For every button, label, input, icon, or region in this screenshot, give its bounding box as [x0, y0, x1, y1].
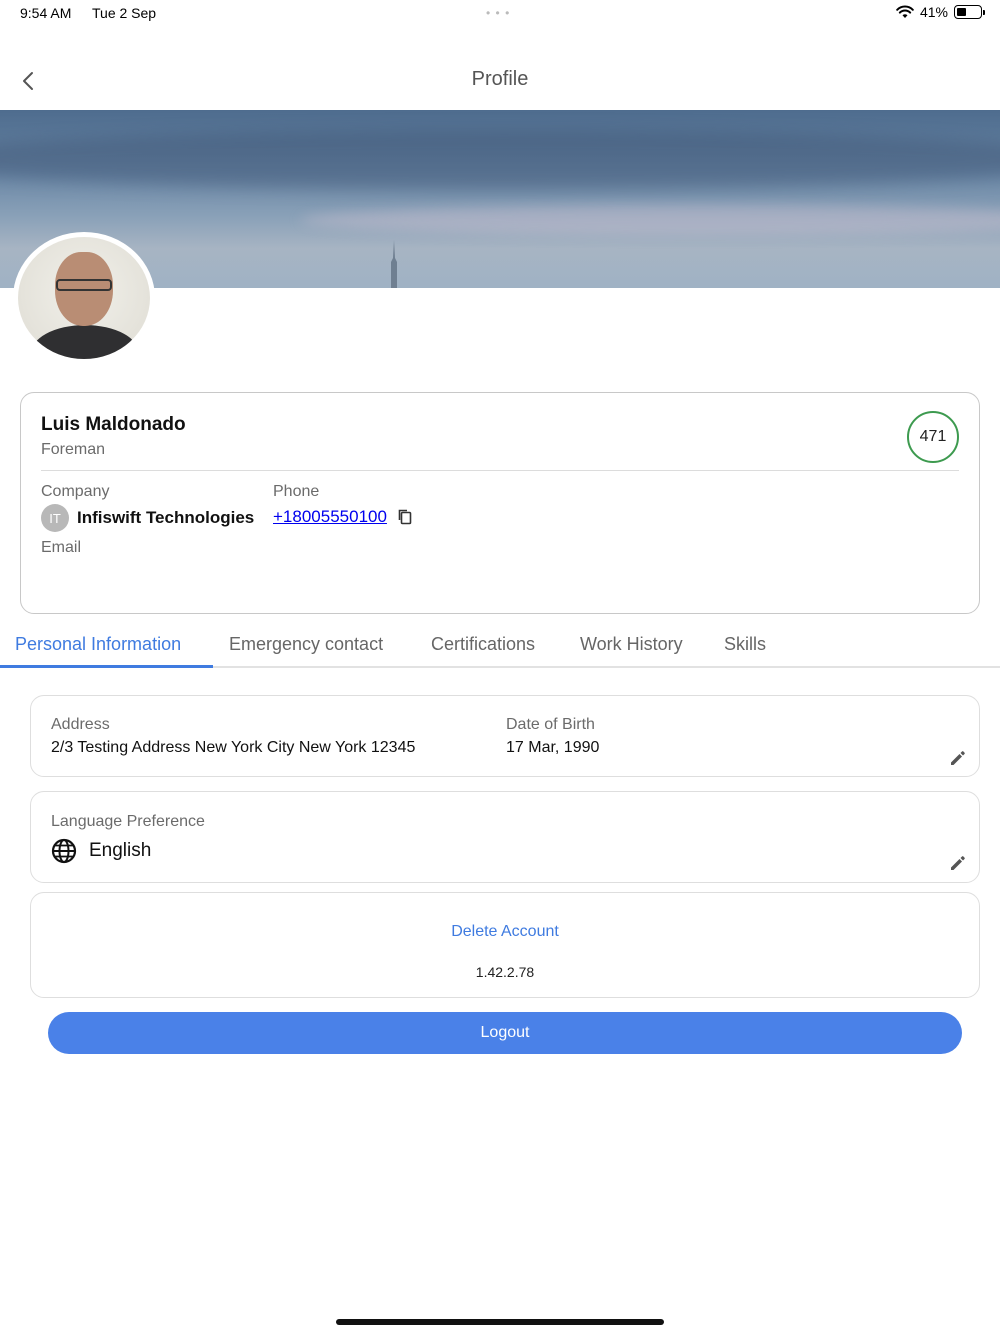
- company-name: Infiswift Technologies: [77, 508, 255, 527]
- language-card: Language Preference English: [30, 791, 980, 883]
- profile-card: Luis Maldonado Foreman 471 Company IT In…: [20, 392, 980, 614]
- status-right: 41%: [896, 4, 985, 20]
- page-title: Profile: [471, 68, 529, 90]
- copy-icon[interactable]: [397, 508, 413, 526]
- tab-certifications[interactable]: Certifications: [431, 634, 535, 655]
- address-label: Address: [51, 716, 110, 733]
- logout-button[interactable]: Logout: [48, 1012, 962, 1054]
- company-row: IT Infiswift Technologies: [41, 504, 254, 532]
- tab-work-history[interactable]: Work History: [580, 634, 683, 655]
- language-value: English: [89, 840, 152, 861]
- phone-link[interactable]: +18005550100: [273, 507, 387, 527]
- address-value: 2/3 Testing Address New York City New Yo…: [51, 739, 416, 756]
- status-date: Tue 2 Sep: [92, 5, 157, 21]
- cover-cloud: [300, 205, 1000, 235]
- cover-image: [0, 110, 1000, 288]
- app-version: 1.42.2.78: [475, 964, 535, 980]
- dob-label: Date of Birth: [506, 716, 595, 733]
- battery-percent: 41%: [919, 4, 948, 20]
- avatar-photo: [18, 237, 150, 359]
- status-bar: 9:54 AM Tue 2 Sep • • • 41%: [0, 0, 1000, 28]
- account-card: Delete Account 1.42.2.78: [30, 892, 980, 998]
- tab-emergency-contact[interactable]: Emergency contact: [229, 634, 383, 655]
- wifi-icon: [896, 5, 914, 18]
- building-spire: [391, 240, 397, 288]
- delete-account-button[interactable]: Delete Account: [31, 923, 979, 941]
- phone-label: Phone: [273, 483, 320, 500]
- avatar-glasses: [56, 279, 112, 291]
- company-label: Company: [41, 483, 110, 500]
- cover-cloud: [0, 130, 1000, 190]
- avatar-shirt: [30, 325, 140, 359]
- user-name: Luis Maldonado: [41, 414, 186, 435]
- profile-tabs: Personal Information Emergency contact C…: [0, 628, 1000, 668]
- phone-row: +18005550100: [273, 507, 413, 527]
- pencil-icon[interactable]: [949, 749, 967, 767]
- status-time: 9:54 AM: [20, 5, 72, 21]
- language-row: English: [51, 838, 151, 864]
- multitasking-dots[interactable]: • • •: [486, 6, 510, 20]
- score-badge: 471: [907, 411, 959, 463]
- active-tab-indicator: [0, 665, 213, 668]
- user-role: Foreman: [41, 441, 106, 458]
- globe-icon: [51, 838, 77, 864]
- company-avatar: IT: [41, 504, 69, 532]
- nav-header: Profile: [0, 56, 1000, 106]
- avatar[interactable]: [13, 232, 155, 364]
- tab-personal-information[interactable]: Personal Information: [15, 634, 181, 655]
- email-label: Email: [41, 539, 82, 556]
- home-indicator: [336, 1319, 664, 1325]
- language-label: Language Preference: [51, 813, 205, 830]
- pencil-icon[interactable]: [949, 854, 967, 872]
- battery-level: [957, 8, 966, 16]
- battery-icon: [954, 5, 985, 19]
- address-card: Address 2/3 Testing Address New York Cit…: [30, 695, 980, 777]
- battery-cap: [983, 10, 985, 15]
- tab-skills[interactable]: Skills: [724, 634, 766, 655]
- divider: [41, 470, 959, 471]
- dob-value: 17 Mar, 1990: [506, 739, 600, 756]
